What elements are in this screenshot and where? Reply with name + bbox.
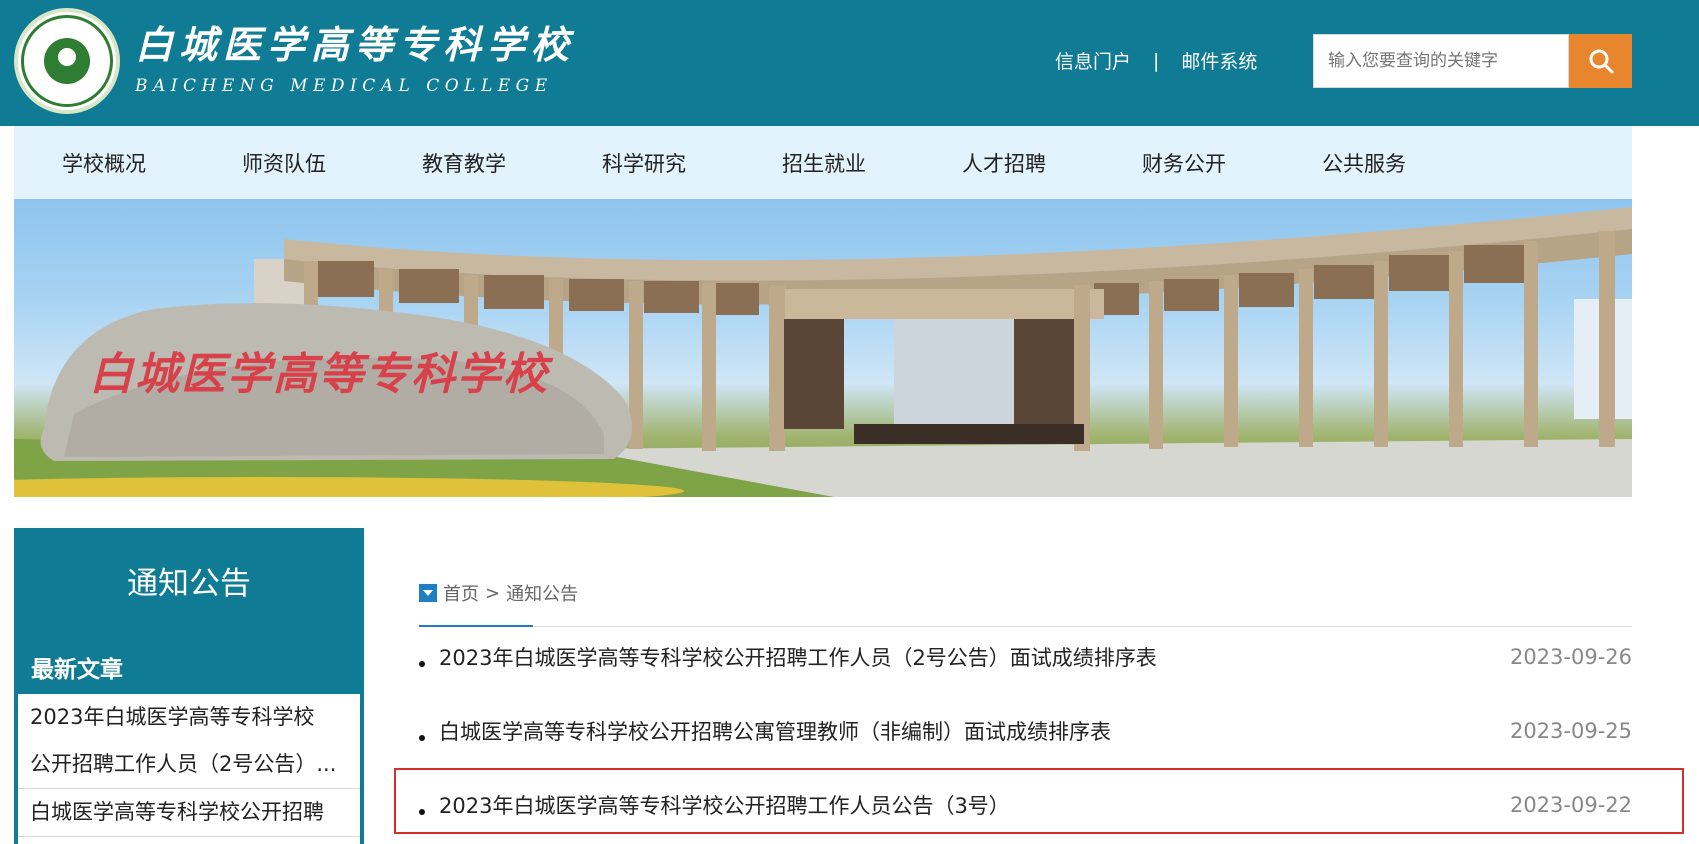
notice-row[interactable]: 2023年白城医学高等专科学校公开招聘工作人员（2号公告）面试成绩排序表 202… bbox=[419, 627, 1632, 687]
boulder-inscription: 白城医学高等专科学校 bbox=[89, 349, 554, 400]
notice-date: 2023-09-25 bbox=[1509, 719, 1632, 743]
notice-date: 2023-09-26 bbox=[1509, 645, 1632, 669]
latest-article-line: 白城医学高等专科学校公开招聘 bbox=[30, 800, 324, 824]
bullet-icon bbox=[419, 661, 425, 667]
search-icon bbox=[1589, 49, 1613, 74]
bullet-icon bbox=[419, 735, 425, 741]
breadcrumb-current: 通知公告 bbox=[506, 584, 579, 605]
top-links: 信息门户 | 邮件系统 bbox=[1055, 47, 1257, 74]
site-header: 白城医学高等专科学校 BAICHENG MEDICAL COLLEGE 信息门户… bbox=[0, 0, 1699, 126]
sidebar-title: 通知公告 bbox=[127, 566, 251, 602]
nav-item-school-overview[interactable]: 学校概况 bbox=[14, 148, 194, 178]
sidebar-subtitle: 最新文章 bbox=[31, 657, 123, 683]
notice-row[interactable]: 白城医学高等专科学校公开招聘公寓管理教师（非编制）面试成绩排序表 2023-09… bbox=[419, 701, 1632, 761]
nav-item-finance[interactable]: 财务公开 bbox=[1094, 148, 1274, 178]
latest-article-line: 公开招聘工作人员（2号公告）... bbox=[30, 752, 337, 776]
breadcrumb-home-link[interactable]: 首页 bbox=[443, 580, 479, 606]
logo-wordmark[interactable]: 白城医学高等专科学校 BAICHENG MEDICAL COLLEGE bbox=[135, 20, 575, 98]
logo-chinese-name: 白城医学高等专科学校 bbox=[135, 22, 576, 67]
info-portal-link[interactable]: 信息门户 bbox=[1055, 47, 1131, 74]
emblem-core bbox=[44, 38, 90, 84]
emblem-ring bbox=[21, 15, 113, 107]
latest-article-item[interactable]: 2023年白城医学高等专科学校 公开招聘工作人员（2号公告）... bbox=[18, 694, 360, 789]
sidebar: 通知公告 最新文章 2023年白城医学高等专科学校 公开招聘工作人员（2号公告）… bbox=[14, 528, 364, 844]
search-input[interactable] bbox=[1313, 34, 1569, 88]
nav-item-research[interactable]: 科学研究 bbox=[554, 148, 734, 178]
college-emblem-logo[interactable] bbox=[14, 8, 120, 114]
nav-item-education[interactable]: 教育教学 bbox=[374, 148, 554, 178]
dropdown-icon bbox=[419, 584, 437, 602]
latest-articles-list: 2023年白城医学高等专科学校 公开招聘工作人员（2号公告）... 白城医学高等… bbox=[18, 694, 360, 844]
breadcrumb-separator: > bbox=[485, 582, 501, 604]
link-separator: | bbox=[1153, 49, 1160, 72]
mail-system-link[interactable]: 邮件系统 bbox=[1181, 47, 1257, 74]
main-nav: 学校概况 师资队伍 教育教学 科学研究 招生就业 人才招聘 财务公开 公共服务 bbox=[14, 126, 1632, 199]
notice-title[interactable]: 白城医学高等专科学校公开招聘公寓管理教师（非编制）面试成绩排序表 bbox=[439, 716, 1111, 746]
campus-gate-banner: 白城医学高等专科学校 bbox=[14, 199, 1632, 497]
latest-article-line: 2023年白城医学高等专科学校 bbox=[30, 705, 315, 729]
search-button[interactable] bbox=[1569, 34, 1632, 88]
notice-left: 2023年白城医学高等专科学校公开招聘工作人员（2号公告）面试成绩排序表 bbox=[419, 642, 1157, 672]
notice-title[interactable]: 2023年白城医学高等专科学校公开招聘工作人员（2号公告）面试成绩排序表 bbox=[439, 642, 1157, 672]
highlight-box bbox=[394, 768, 1684, 834]
notice-left: 白城医学高等专科学校公开招聘公寓管理教师（非编制）面试成绩排序表 bbox=[419, 716, 1111, 746]
nav-item-faculty[interactable]: 师资队伍 bbox=[194, 148, 374, 178]
breadcrumb: 首页 > 通知公告 bbox=[419, 580, 578, 606]
nav-item-public-service[interactable]: 公共服务 bbox=[1274, 148, 1454, 178]
nav-item-recruitment[interactable]: 人才招聘 bbox=[914, 148, 1094, 178]
campus-gate-illustration: 白城医学高等专科学校 bbox=[14, 207, 1632, 497]
logo-english-name: BAICHENG MEDICAL COLLEGE bbox=[135, 76, 553, 96]
nav-item-admissions[interactable]: 招生就业 bbox=[734, 148, 914, 178]
latest-article-item[interactable]: 白城医学高等专科学校公开招聘 bbox=[18, 789, 360, 837]
